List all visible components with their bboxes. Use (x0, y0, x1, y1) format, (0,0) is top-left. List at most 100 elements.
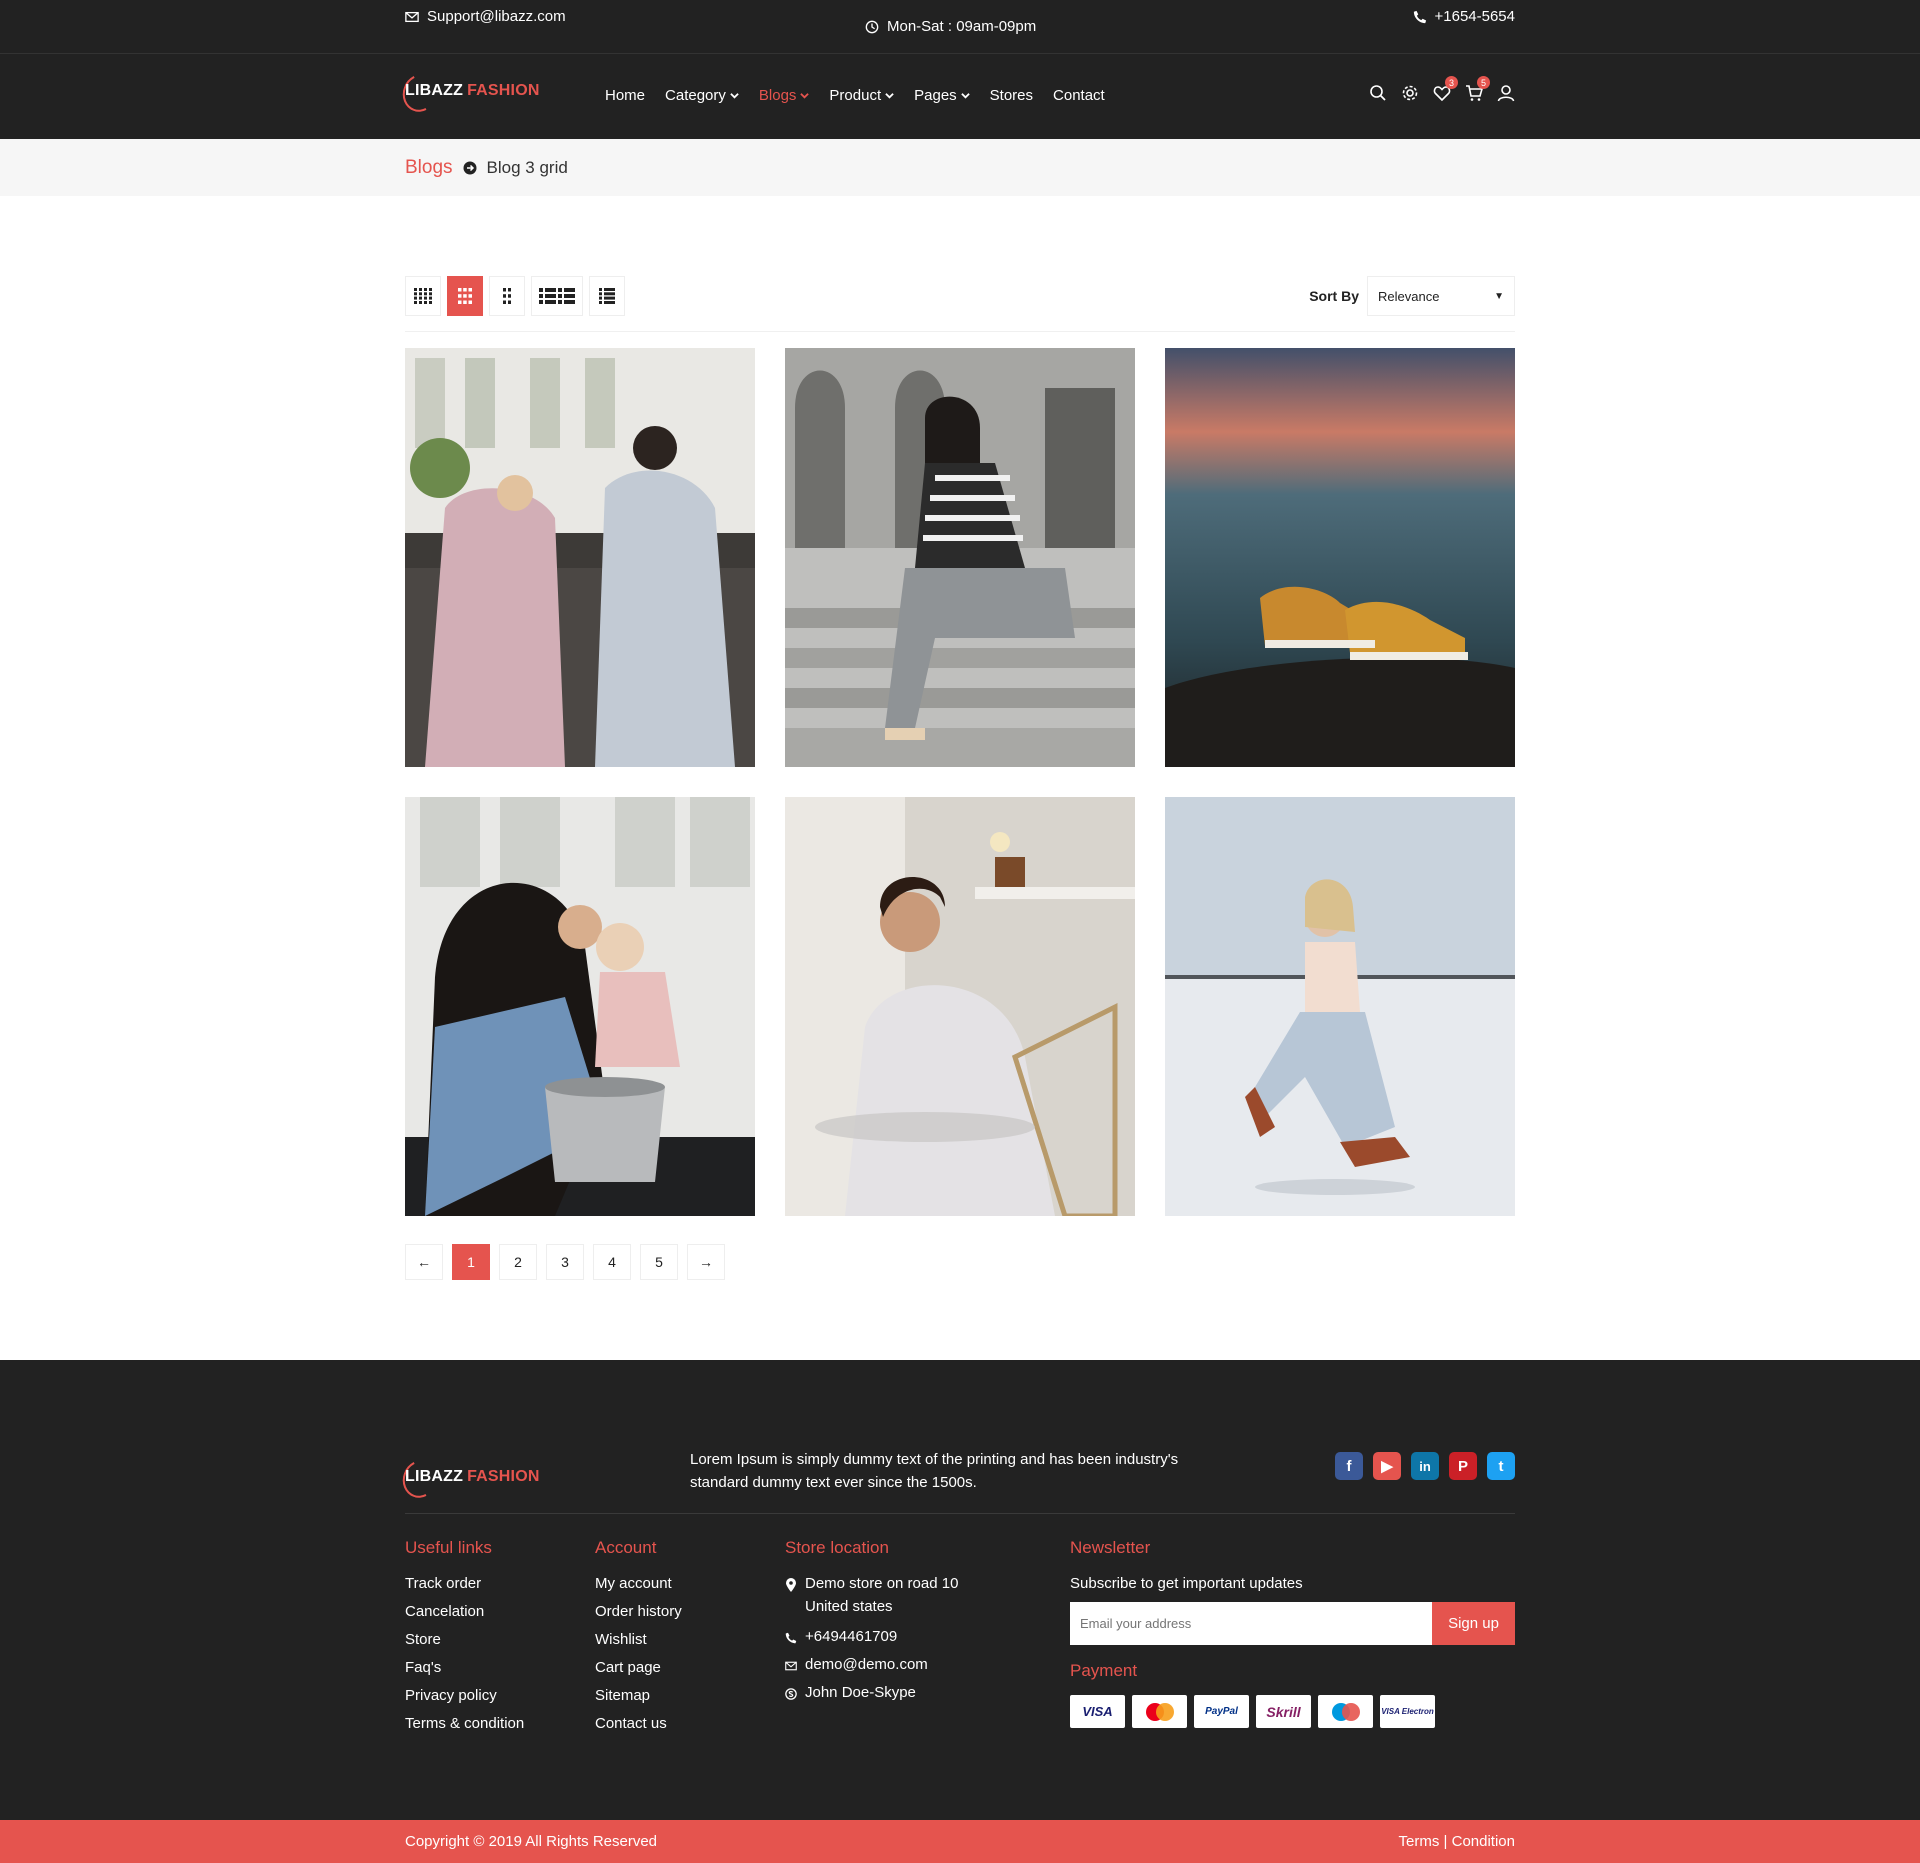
mail-icon (405, 11, 419, 22)
view-list-wide-button[interactable] (531, 276, 583, 316)
newsletter-form: Sign up (1070, 1602, 1515, 1645)
footer-link[interactable]: Track order (405, 1575, 524, 1593)
blog-post-card[interactable] (405, 348, 755, 767)
sort-select[interactable]: Relevance ▼ (1367, 276, 1515, 316)
terms-link[interactable]: Terms | Condition (1399, 1833, 1515, 1850)
facebook-icon[interactable]: f (1335, 1452, 1363, 1480)
blog-post-card[interactable] (1165, 797, 1515, 1216)
footer-link[interactable]: Sitemap (595, 1687, 682, 1705)
nav-pages[interactable]: Pages (914, 87, 970, 104)
footer-link[interactable]: Cancelation (405, 1603, 524, 1621)
sort-selected-value: Relevance (1378, 288, 1440, 304)
pagination-page-1[interactable]: 1 (452, 1244, 490, 1280)
main-header: LIBAZZ FASHION Home Category Blogs Produ… (0, 54, 1920, 139)
footer-account-links: Account My account Order history Wishlis… (595, 1538, 682, 1743)
clock-icon (865, 20, 879, 33)
breadcrumb-blogs-link[interactable]: Blogs (405, 157, 453, 179)
mail-icon (785, 1661, 797, 1671)
nav-category[interactable]: Category (665, 87, 739, 104)
footer-logo[interactable]: LIBAZZ FASHION (397, 1455, 540, 1503)
mastercard-logo (1145, 1702, 1174, 1721)
blog-post-card[interactable] (785, 797, 1135, 1216)
nav-label: Home (605, 87, 646, 104)
search-button[interactable] (1369, 84, 1387, 102)
visa-electron-icon: VISA Electron (1380, 1695, 1435, 1728)
footer-link[interactable]: My account (595, 1575, 682, 1593)
user-icon (1497, 85, 1515, 102)
store-address: Demo store on road 10 United states (785, 1575, 980, 1618)
view-grid-3-button[interactable] (447, 276, 483, 316)
pagination-next-button[interactable]: → (687, 1244, 725, 1280)
sort-control: Sort By Relevance ▼ (1309, 276, 1515, 316)
footer-link[interactable]: Faq's (405, 1659, 524, 1677)
pagination-page-5[interactable]: 5 (640, 1244, 678, 1280)
nav-contact[interactable]: Contact (1053, 87, 1105, 104)
mastercard-icon (1132, 1695, 1187, 1728)
topbar-email[interactable]: Support@libazz.com (405, 8, 566, 25)
footer-link[interactable]: Wishlist (595, 1631, 682, 1649)
list-wide-icon (539, 288, 575, 304)
footer-link[interactable]: Order history (595, 1603, 682, 1621)
pagination-page-2[interactable]: 2 (499, 1244, 537, 1280)
footer-col-title: Account (595, 1538, 657, 1557)
grid-3-icon (458, 288, 472, 304)
settings-button[interactable] (1401, 84, 1419, 102)
chevron-down-icon (960, 93, 970, 99)
blog-post-card[interactable] (1165, 348, 1515, 767)
footer-col-title: Store location (785, 1538, 889, 1557)
footer-link[interactable]: Cart page (595, 1659, 682, 1677)
footer-link[interactable]: Privacy policy (405, 1687, 524, 1705)
sort-label: Sort By (1309, 288, 1359, 304)
store-phone[interactable]: +6494461709 (785, 1628, 980, 1646)
newsletter-signup-button[interactable]: Sign up (1432, 1602, 1515, 1645)
pagination: ← 1 2 3 4 5 → (405, 1244, 725, 1280)
nav-stores[interactable]: Stores (990, 87, 1033, 104)
wishlist-button[interactable]: 3 (1433, 76, 1458, 102)
post-image-mother-daughter (405, 797, 755, 1216)
store-email[interactable]: demo@demo.com (785, 1656, 980, 1674)
phone-icon (1413, 10, 1426, 23)
blog-post-card[interactable] (785, 348, 1135, 767)
pagination-page-4[interactable]: 4 (593, 1244, 631, 1280)
post-image-woman-snow (1165, 797, 1515, 1216)
pagination-page-3[interactable]: 3 (546, 1244, 584, 1280)
breadcrumb-current: Blog 3 grid (486, 157, 568, 177)
brand-name-part2: FASHION (467, 82, 540, 99)
account-button[interactable] (1497, 84, 1515, 102)
nav-label: Contact (1053, 87, 1105, 104)
blog-grid (405, 348, 1515, 1216)
brand-name-part1: LIBAZZ (405, 82, 464, 99)
topbar: Support@libazz.com Mon-Sat : 09am-09pm +… (0, 0, 1920, 54)
cart-button[interactable]: 5 (1465, 76, 1490, 102)
view-grid-4-button[interactable] (405, 276, 441, 316)
maestro-logo (1331, 1702, 1360, 1721)
nav-home[interactable]: Home (605, 87, 645, 104)
payment-methods: VISA PayPal Skrill VISA Electron (1070, 1695, 1515, 1728)
pinterest-icon[interactable]: P (1449, 1452, 1477, 1480)
store-skype[interactable]: John Doe-Skype (785, 1684, 980, 1702)
linkedin-icon[interactable]: in (1411, 1452, 1439, 1480)
copyright-bar: Copyright © 2019 All Rights Reserved Ter… (0, 1820, 1920, 1863)
pagination-prev-button[interactable]: ← (405, 1244, 443, 1280)
blog-post-card[interactable] (405, 797, 755, 1216)
topbar-hours-text: Mon-Sat : 09am-09pm (887, 18, 1037, 35)
store-phone-text: +6494461709 (805, 1628, 898, 1645)
footer-store-location: Store location Demo store on road 10 Uni… (785, 1538, 980, 1712)
youtube-icon[interactable]: ▶ (1373, 1452, 1401, 1480)
footer-link[interactable]: Contact us (595, 1715, 682, 1733)
newsletter-email-input[interactable] (1070, 1602, 1432, 1645)
brand-logo[interactable]: LIBAZZ FASHION (397, 69, 540, 117)
view-grid-2-button[interactable] (489, 276, 525, 316)
footer-link[interactable]: Terms & condition (405, 1715, 524, 1733)
topbar-phone[interactable]: +1654-5654 (1413, 8, 1515, 25)
view-list-button[interactable] (589, 276, 625, 316)
twitter-icon[interactable]: t (1487, 1452, 1515, 1480)
footer-link[interactable]: Store (405, 1631, 524, 1649)
toolbar-divider (405, 331, 1515, 332)
skype-icon (785, 1688, 797, 1700)
store-skype-text: John Doe-Skype (805, 1684, 916, 1701)
wishlist-count-badge: 3 (1445, 76, 1458, 89)
nav-blogs[interactable]: Blogs (759, 87, 810, 104)
nav-product[interactable]: Product (829, 87, 894, 104)
caret-down-icon: ▼ (1494, 290, 1504, 302)
